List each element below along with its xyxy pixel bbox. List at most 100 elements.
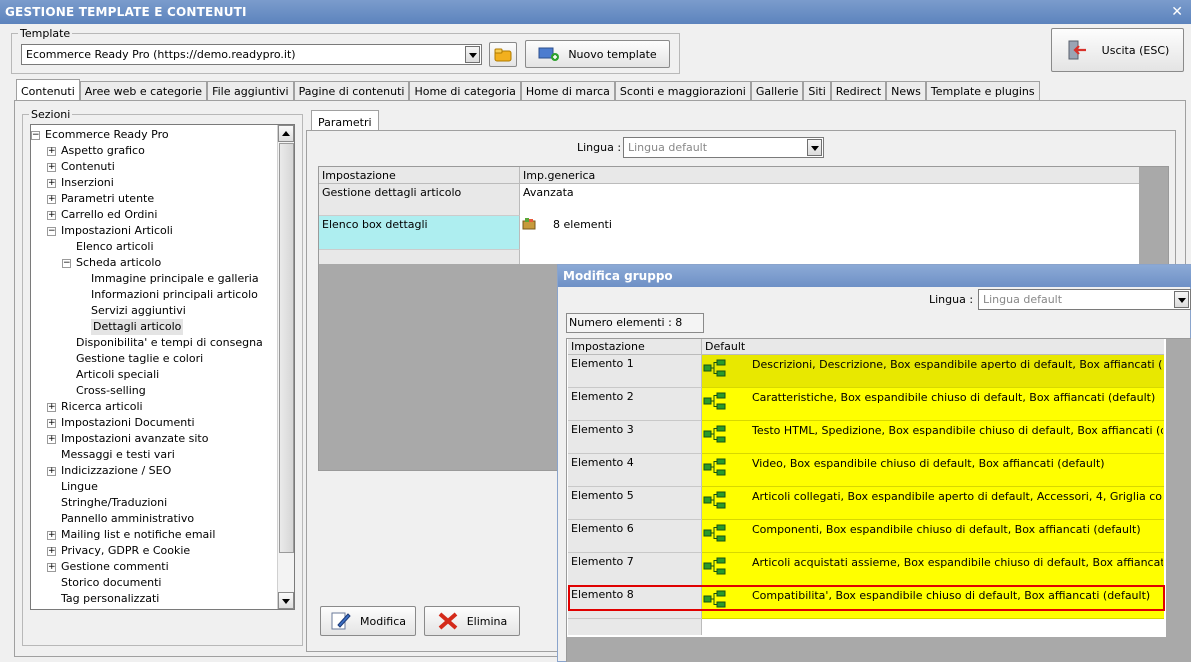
tab-parametri[interactable]: Parametri (311, 110, 379, 131)
tree-item[interactable]: Tag personalizzati (61, 591, 159, 607)
chevron-down-icon[interactable] (807, 139, 822, 156)
expand-icon[interactable]: + (47, 163, 56, 172)
tree-item[interactable]: Servizi aggiuntivi (91, 303, 186, 319)
tree-item[interactable]: Gestione taglie e colori (76, 351, 203, 367)
element-name[interactable]: Elemento 5 (568, 487, 702, 520)
chevron-down-icon[interactable] (1174, 291, 1189, 308)
tab-siti[interactable]: Siti (803, 81, 831, 100)
expand-icon[interactable]: + (47, 403, 56, 412)
edit-button[interactable]: Modifica (320, 606, 416, 636)
expand-icon[interactable]: + (47, 211, 56, 220)
highlight-frame (568, 585, 1165, 611)
tree-item[interactable]: Immagine principale e galleria (91, 271, 259, 287)
template-select[interactable]: Ecommerce Ready Pro (https://demo.readyp… (21, 44, 482, 65)
element-name[interactable]: Elemento 6 (568, 520, 702, 553)
param-name[interactable]: Gestione dettagli articolo (319, 184, 520, 216)
tree-item[interactable]: Messaggi e testi vari (61, 447, 175, 463)
element-value[interactable]: Caratteristiche, Box espandibile chiuso … (749, 389, 1163, 409)
tree-item[interactable]: Lingue (61, 479, 98, 495)
tree-item[interactable]: Impostazioni avanzate sito (61, 431, 208, 447)
expand-icon[interactable]: + (47, 419, 56, 428)
tree-item[interactable]: Storico documenti (61, 575, 161, 591)
expand-icon[interactable]: + (47, 435, 56, 444)
element-value[interactable]: Testo HTML, Spedizione, Box espandibile … (749, 422, 1163, 442)
tree-item[interactable]: Parametri utente (61, 191, 154, 207)
tree-item-selected[interactable]: Dettagli articolo (91, 319, 184, 335)
window-title-bar: GESTIONE TEMPLATE E CONTENUTI (0, 0, 1191, 24)
template-legend: Template (20, 27, 71, 40)
tree-item[interactable]: Impostazioni Articoli (61, 223, 173, 239)
param-value[interactable]: 8 elementi (550, 216, 1110, 249)
tree-item[interactable]: Mailing list e notifiche email (61, 527, 215, 543)
expand-icon[interactable]: + (47, 563, 56, 572)
element-name[interactable]: Elemento 3 (568, 421, 702, 454)
edit-label: Modifica (360, 614, 406, 628)
tree-item[interactable]: Disponibilita' e tempi di consegna (76, 335, 263, 351)
expand-icon[interactable]: + (47, 547, 56, 556)
delete-button[interactable]: Elimina (424, 606, 520, 636)
tree-item[interactable]: Articoli speciali (76, 367, 159, 383)
element-value[interactable]: Descrizioni, Descrizione, Box espandibil… (749, 356, 1163, 376)
open-folder-button[interactable] (489, 42, 517, 67)
tree-item[interactable]: Inserzioni (61, 175, 114, 191)
new-template-button[interactable]: Nuovo template (525, 40, 670, 68)
tree-item[interactable]: Pannello amministrativo (61, 511, 194, 527)
tree-item[interactable]: Impostazioni Documenti (61, 415, 195, 431)
tree-scrollbar[interactable] (277, 125, 294, 609)
tab-redirect[interactable]: Redirect (830, 81, 887, 100)
tree-item[interactable]: Indicizzazione / SEO (61, 463, 171, 479)
tree-item[interactable]: Ricerca articoli (61, 399, 143, 415)
sections-tree[interactable]: − Ecommerce Ready Pro + Aspetto grafico + Con… (30, 124, 295, 610)
scroll-thumb[interactable] (279, 143, 294, 553)
close-icon[interactable]: ✕ (1171, 4, 1183, 20)
element-value[interactable]: Articoli acquistati assieme, Box espandi… (749, 554, 1163, 574)
tree-item[interactable]: Gestione commenti (61, 559, 169, 575)
box-icon (522, 217, 536, 233)
expand-icon[interactable]: + (47, 179, 56, 188)
element-count: Numero elementi : 8 (566, 313, 704, 333)
tree-item[interactable]: Privacy, GDPR e Cookie (61, 543, 190, 559)
tab-contenuti[interactable]: Contenuti (16, 79, 80, 100)
element-value[interactable]: Componenti, Box espandibile chiuso di de… (749, 521, 1163, 541)
tab-gallerie[interactable]: Gallerie (750, 81, 804, 100)
tree-item[interactable]: Ecommerce Ready Pro (45, 127, 169, 143)
lingua-select[interactable]: Lingua default (623, 137, 824, 158)
tree-item[interactable]: Stringhe/Traduzioni (61, 495, 167, 511)
expand-icon[interactable]: + (47, 467, 56, 476)
element-name[interactable]: Elemento 4 (568, 454, 702, 487)
expand-icon[interactable]: + (47, 195, 56, 204)
tree-item[interactable]: Informazioni principali articolo (91, 287, 258, 303)
chevron-down-icon[interactable] (465, 46, 480, 63)
collapse-icon[interactable]: − (31, 131, 40, 140)
element-value[interactable]: Articoli collegati, Box espandibile aper… (749, 488, 1163, 508)
tree-item[interactable]: Carrello ed Ordini (61, 207, 157, 223)
tree-item[interactable]: Cross-selling (76, 383, 146, 399)
exit-button[interactable]: Uscita (ESC) (1051, 28, 1184, 72)
element-value[interactable]: Video, Box espandibile chiuso di default… (749, 455, 1163, 475)
tree-item[interactable]: Contenuti (61, 159, 115, 175)
tab-news[interactable]: News (886, 81, 926, 100)
tab-sconti[interactable]: Sconti e maggiorazioni (614, 81, 751, 100)
tree-item[interactable]: Aspetto grafico (61, 143, 145, 159)
element-name[interactable]: Elemento 2 (568, 388, 702, 421)
dialog-lingua-select[interactable]: Lingua default (978, 289, 1191, 310)
collapse-icon[interactable]: − (47, 227, 56, 236)
collapse-icon[interactable]: − (62, 259, 71, 268)
tab-home-marca[interactable]: Home di marca (520, 81, 615, 100)
tab-file-aggiuntivi[interactable]: File aggiuntivi (207, 81, 294, 100)
tab-home-categoria[interactable]: Home di categoria (409, 81, 521, 100)
tree-item[interactable]: Richiesta ulteriori dettagli articolo (61, 607, 248, 609)
scroll-up-icon[interactable] (278, 125, 294, 142)
param-name-selected[interactable]: Elenco box dettagli (319, 216, 520, 249)
tree-item[interactable]: Scheda articolo (76, 255, 161, 271)
tab-aree-web[interactable]: Aree web e categorie (79, 81, 208, 100)
tab-template-plugins[interactable]: Template e plugins (925, 81, 1040, 100)
tree-item[interactable]: Elenco articoli (76, 239, 154, 255)
element-name[interactable]: Elemento 7 (568, 553, 702, 586)
tab-pagine-contenuti[interactable]: Pagine di contenuti (293, 81, 410, 100)
element-name[interactable]: Elemento 1 (568, 355, 702, 388)
expand-icon[interactable]: + (47, 531, 56, 540)
expand-icon[interactable]: + (47, 147, 56, 156)
param-value[interactable]: Avanzata (520, 184, 1139, 216)
scroll-down-icon[interactable] (278, 592, 294, 609)
